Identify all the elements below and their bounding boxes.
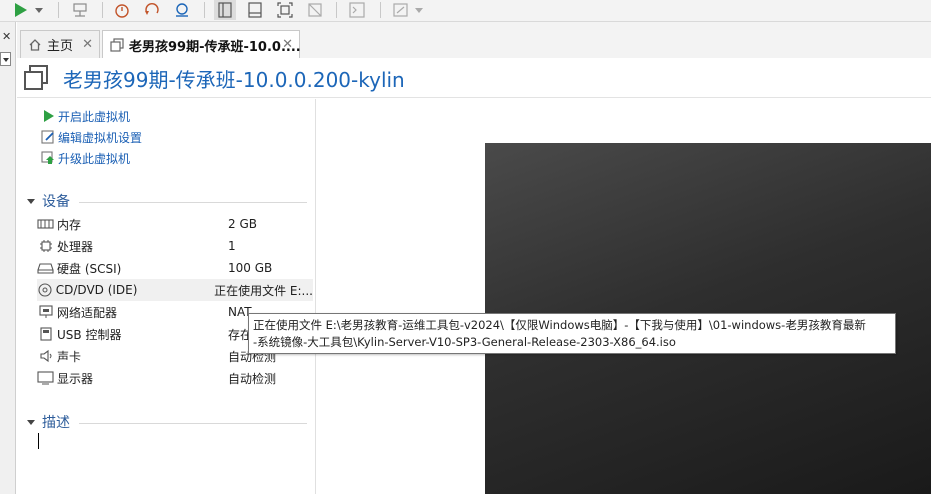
vm-header: 老男孩99期-传承班-10.0.0.200-kylin xyxy=(17,58,931,98)
section-title: 描述 xyxy=(42,415,70,431)
device-name: 处理器 xyxy=(57,239,94,254)
device-row-processor[interactable]: 处理器 1 xyxy=(37,235,313,257)
library-dropdown[interactable] xyxy=(0,52,11,66)
device-name: 显示器 xyxy=(57,371,94,386)
tab-label: 主页 xyxy=(47,39,74,54)
action-label: 编辑虚拟机设置 xyxy=(58,130,143,145)
vm-tab-icon xyxy=(110,38,124,52)
monitor-icon xyxy=(37,371,54,385)
action-label: 开启此虚拟机 xyxy=(58,109,131,124)
edit-settings-icon xyxy=(41,130,55,144)
network-adapter-icon xyxy=(37,305,54,319)
stretch-icon xyxy=(393,3,423,17)
revert-snapshot-button[interactable] xyxy=(142,0,162,20)
tab-label: 老男孩99期-传承班-10.0.... xyxy=(129,39,301,55)
device-value: 100 GB xyxy=(228,261,273,275)
device-value: 正在使用文件 E:... xyxy=(214,283,313,298)
edit-settings-link[interactable]: 编辑虚拟机设置 xyxy=(41,127,142,147)
console-view-button[interactable] xyxy=(214,0,236,20)
device-row-cd-dvd[interactable]: CD/DVD (IDE) 正在使用文件 E:... xyxy=(37,279,313,301)
device-name: 声卡 xyxy=(57,349,82,364)
virtual-machine-icon xyxy=(24,65,48,90)
close-icon[interactable]: ✕ xyxy=(82,37,93,52)
terminal-button[interactable] xyxy=(346,0,368,20)
revert-icon xyxy=(145,3,159,15)
upgrade-vm-link[interactable]: 升级此虚拟机 xyxy=(41,148,130,168)
power-on-toolbar-button[interactable] xyxy=(8,0,44,20)
console-view-icon xyxy=(218,2,232,18)
memory-icon xyxy=(37,217,54,231)
full-screen-icon xyxy=(277,2,293,18)
usb-icon xyxy=(37,327,54,341)
tab-vm[interactable]: 老男孩99期-传承班-10.0.... ✕ xyxy=(102,30,301,59)
close-library-icon[interactable]: ✕ xyxy=(2,30,11,43)
section-title: 设备 xyxy=(42,194,70,210)
description-section-toggle[interactable]: 描述 xyxy=(27,412,70,432)
terminal-icon xyxy=(349,2,365,18)
power-on-icon xyxy=(41,109,55,123)
toolbar xyxy=(0,0,931,22)
speaker-icon xyxy=(37,349,54,363)
snapshot-manager-button[interactable] xyxy=(172,0,192,20)
cd-dvd-tooltip: 正在使用文件 E:\老男孩教育-运维工具包-v2024\【仅限Windows电脑… xyxy=(248,313,896,354)
devices-section-toggle[interactable]: 设备 xyxy=(27,191,70,211)
play-icon xyxy=(15,3,43,17)
device-row-hard-disk[interactable]: 硬盘 (SCSI) 100 GB xyxy=(37,257,313,279)
device-value: 2 GB xyxy=(228,217,257,231)
tooltip-line: 正在使用文件 E:\老男孩教育-运维工具包-v2024\【仅限Windows电脑… xyxy=(253,318,866,332)
thumbnail-icon xyxy=(248,2,262,18)
home-icon xyxy=(28,38,42,52)
stretch-view-button[interactable] xyxy=(390,0,426,20)
device-row-display[interactable]: 显示器 自动检测 xyxy=(37,367,313,389)
send-ctrl-alt-del-button[interactable] xyxy=(70,0,90,20)
hard-disk-icon xyxy=(37,261,54,275)
divider xyxy=(79,423,307,424)
snapshot-icon xyxy=(115,4,129,18)
unity-icon xyxy=(308,3,322,17)
snapshot-manager-icon xyxy=(176,3,188,17)
library-strip: ✕ xyxy=(0,22,16,494)
device-row-memory[interactable]: 内存 2 GB xyxy=(37,213,313,235)
tab-home[interactable]: 主页 ✕ xyxy=(20,30,100,58)
device-value: 自动检测 xyxy=(228,371,277,386)
chevron-down-icon xyxy=(27,198,35,204)
thumbnail-view-button[interactable] xyxy=(244,0,266,20)
unity-button[interactable] xyxy=(304,0,326,20)
power-on-link[interactable]: 开启此虚拟机 xyxy=(41,106,130,126)
action-label: 升级此虚拟机 xyxy=(58,151,131,166)
description-text-cursor[interactable] xyxy=(38,433,39,449)
tab-bar: 主页 ✕ 老男孩99期-传承班-10.0.... ✕ xyxy=(17,22,931,59)
device-name: 网络适配器 xyxy=(57,305,118,320)
full-screen-button[interactable] xyxy=(274,0,296,20)
cpu-icon xyxy=(37,239,54,253)
device-name: 硬盘 (SCSI) xyxy=(57,261,122,276)
chevron-down-icon xyxy=(27,419,35,425)
close-icon[interactable]: ✕ xyxy=(282,37,293,52)
device-name: USB 控制器 xyxy=(57,327,122,342)
device-name: CD/DVD (IDE) xyxy=(55,283,138,297)
upgrade-icon xyxy=(41,151,55,165)
tooltip-line: -系统镜像-大工具包\Kylin-Server-V10-SP3-General-… xyxy=(253,335,676,349)
keyboard-send-icon xyxy=(73,3,87,17)
device-value: 1 xyxy=(228,239,236,253)
page-title: 老男孩99期-传承班-10.0.0.200-kylin xyxy=(63,68,405,92)
cd-dvd-icon xyxy=(37,283,53,297)
snapshot-button[interactable] xyxy=(112,0,132,20)
divider xyxy=(79,202,307,203)
vm-details-panel: 开启此虚拟机 编辑虚拟机设置 升级此虚拟机 设备 内存 2 GB 处理器 1 硬… xyxy=(17,99,316,494)
device-name: 内存 xyxy=(57,217,82,232)
